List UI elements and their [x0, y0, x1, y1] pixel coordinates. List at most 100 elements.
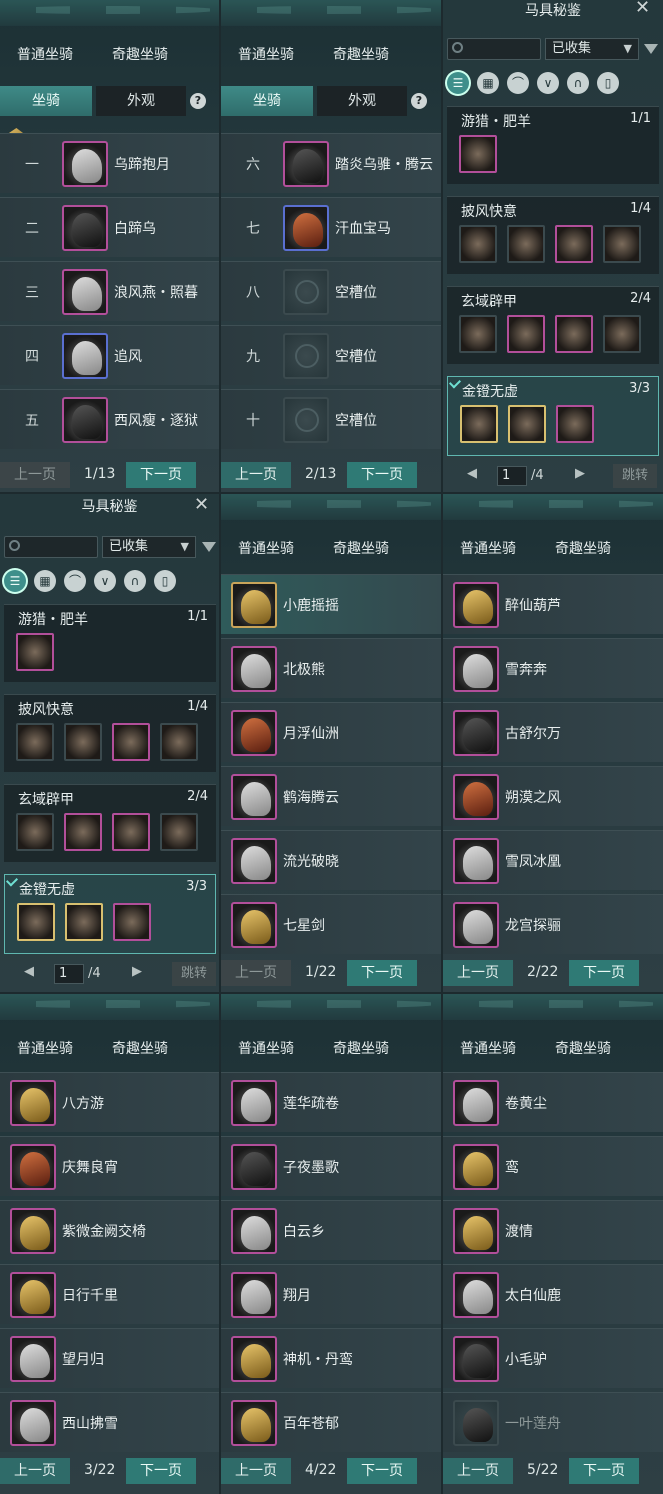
saddle-piece-icon[interactable]: [507, 315, 545, 353]
saddle-set[interactable]: 游猎・肥羊 1/1: [447, 106, 659, 184]
saddle-piece-icon[interactable]: [459, 315, 497, 353]
subtab-mount[interactable]: 坐骑: [221, 86, 313, 116]
saddle-set[interactable]: 披风快意 1/4: [447, 196, 659, 274]
prev-page-button[interactable]: 上一页: [0, 1458, 70, 1484]
saddle-piece-icon[interactable]: [507, 225, 545, 263]
tab-normal-mounts[interactable]: 普通坐骑: [460, 1034, 516, 1062]
collection-filter-dropdown[interactable]: 已收集 ▼: [102, 536, 196, 558]
fun-mount-row[interactable]: 渡情: [443, 1200, 663, 1260]
prev-page-button[interactable]: 上一页: [443, 960, 513, 986]
saddle-icon[interactable]: ⌒: [64, 570, 86, 592]
tab-normal-mounts[interactable]: 普通坐骑: [238, 1034, 294, 1062]
saddle-set[interactable]: 游猎・肥羊 1/1: [4, 604, 216, 682]
saddle-set[interactable]: 玄域辟甲 2/4: [4, 784, 216, 862]
list-icon[interactable]: ☰: [4, 570, 26, 592]
saddle-piece-icon[interactable]: [555, 315, 593, 353]
close-icon[interactable]: ✕: [194, 496, 209, 514]
filter-icon[interactable]: [644, 44, 658, 54]
fun-mount-row[interactable]: 卷黄尘: [443, 1072, 663, 1132]
help-icon[interactable]: ?: [190, 93, 206, 109]
fun-mount-row[interactable]: 古舒尔万: [443, 702, 663, 762]
grid-icon[interactable]: ▦: [477, 72, 499, 94]
next-page-button[interactable]: 下一页: [569, 960, 639, 986]
saddle-piece-icon[interactable]: [17, 903, 55, 941]
tab-normal-mounts[interactable]: 普通坐骑: [17, 40, 73, 68]
tab-fun-mounts[interactable]: 奇趣坐骑: [555, 534, 611, 562]
jump-button[interactable]: 跳转: [613, 464, 657, 488]
prev-page-button[interactable]: 上一页: [221, 1458, 291, 1484]
fun-mount-row[interactable]: 朔漠之风: [443, 766, 663, 826]
page-input[interactable]: 1: [497, 466, 527, 486]
fun-mount-row[interactable]: 神机・丹鸾: [221, 1328, 441, 1388]
filter-icon[interactable]: [202, 542, 216, 552]
fun-mount-row[interactable]: 小毛驴: [443, 1328, 663, 1388]
saddle-set[interactable]: 披风快意 1/4: [4, 694, 216, 772]
mount-slot-row[interactable]: 四 追风: [0, 325, 219, 385]
search-input[interactable]: [447, 38, 541, 60]
fun-mount-row[interactable]: 子夜墨歌: [221, 1136, 441, 1196]
fun-mount-row[interactable]: 鹤海腾云: [221, 766, 441, 826]
fun-mount-row[interactable]: 小鹿摇摇: [221, 574, 441, 634]
fun-mount-row[interactable]: 流光破晓: [221, 830, 441, 890]
next-page-button[interactable]: 下一页: [347, 462, 417, 488]
prev-page-button[interactable]: 上一页: [221, 960, 291, 986]
fun-mount-row[interactable]: 太白仙鹿: [443, 1264, 663, 1324]
search-input[interactable]: [4, 536, 98, 558]
jump-button[interactable]: 跳转: [172, 962, 216, 986]
mount-slot-row[interactable]: 二 白蹄乌: [0, 197, 219, 257]
next-arrow-icon[interactable]: ▶: [132, 964, 142, 979]
prev-page-button[interactable]: 上一页: [0, 462, 70, 488]
fun-mount-row[interactable]: 百年苍郁: [221, 1392, 441, 1452]
saddle-piece-icon[interactable]: [65, 903, 103, 941]
saddle-piece-icon[interactable]: [603, 315, 641, 353]
fun-mount-row[interactable]: 鸾: [443, 1136, 663, 1196]
saddle-piece-icon[interactable]: [508, 405, 546, 443]
saddle-piece-icon[interactable]: [603, 225, 641, 263]
fun-mount-row[interactable]: 翔月: [221, 1264, 441, 1324]
saddle-piece-icon[interactable]: [112, 813, 150, 851]
fun-mount-row[interactable]: 莲华疏卷: [221, 1072, 441, 1132]
close-icon[interactable]: ✕: [635, 0, 650, 17]
list-icon[interactable]: ☰: [447, 72, 469, 94]
fun-mount-row[interactable]: 一叶莲舟: [443, 1392, 663, 1452]
saddle-set[interactable]: 金镫无虚 3/3: [4, 874, 216, 954]
tab-fun-mounts[interactable]: 奇趣坐骑: [112, 40, 168, 68]
fun-mount-row[interactable]: 庆舞良宵: [0, 1136, 219, 1196]
saddle-set[interactable]: 玄域辟甲 2/4: [447, 286, 659, 364]
mount-slot-row[interactable]: 六 踏炎乌骓・腾云: [221, 133, 441, 193]
fun-mount-row[interactable]: 日行千里: [0, 1264, 219, 1324]
saddle-piece-icon[interactable]: [16, 813, 54, 851]
tab-normal-mounts[interactable]: 普通坐骑: [238, 534, 294, 562]
fun-mount-row[interactable]: 紫微金阙交椅: [0, 1200, 219, 1260]
next-page-button[interactable]: 下一页: [126, 462, 196, 488]
prev-page-button[interactable]: 上一页: [221, 462, 291, 488]
next-arrow-icon[interactable]: ▶: [575, 466, 585, 481]
fun-mount-row[interactable]: 北极熊: [221, 638, 441, 698]
saddle-piece-icon[interactable]: [160, 723, 198, 761]
fun-mount-row[interactable]: 醉仙葫芦: [443, 574, 663, 634]
saddle-piece-icon[interactable]: [113, 903, 151, 941]
horseshoe-icon[interactable]: ∩: [124, 570, 146, 592]
subtab-appearance[interactable]: 外观: [96, 86, 186, 116]
tab-fun-mounts[interactable]: 奇趣坐骑: [333, 40, 389, 68]
subtab-appearance[interactable]: 外观: [317, 86, 407, 116]
saddle-set[interactable]: 金镫无虚 3/3: [447, 376, 659, 456]
fun-mount-row[interactable]: 雪凤冰凰: [443, 830, 663, 890]
mount-slot-row[interactable]: 八 空槽位: [221, 261, 441, 321]
mount-slot-row[interactable]: 七 汗血宝马: [221, 197, 441, 257]
shield-icon[interactable]: ▯: [597, 72, 619, 94]
shield-icon[interactable]: ▯: [154, 570, 176, 592]
saddle-piece-icon[interactable]: [160, 813, 198, 851]
saddle-piece-icon[interactable]: [16, 723, 54, 761]
next-page-button[interactable]: 下一页: [347, 1458, 417, 1484]
tab-fun-mounts[interactable]: 奇趣坐骑: [112, 1034, 168, 1062]
prev-arrow-icon[interactable]: ◀: [467, 466, 477, 481]
page-input[interactable]: 1: [54, 964, 84, 984]
horn-icon[interactable]: ∨: [537, 72, 559, 94]
help-icon[interactable]: ?: [411, 93, 427, 109]
saddle-piece-icon[interactable]: [459, 225, 497, 263]
saddle-piece-icon[interactable]: [16, 633, 54, 671]
fun-mount-row[interactable]: 龙宫探骊: [443, 894, 663, 954]
fun-mount-row[interactable]: 白云乡: [221, 1200, 441, 1260]
tab-fun-mounts[interactable]: 奇趣坐骑: [555, 1034, 611, 1062]
